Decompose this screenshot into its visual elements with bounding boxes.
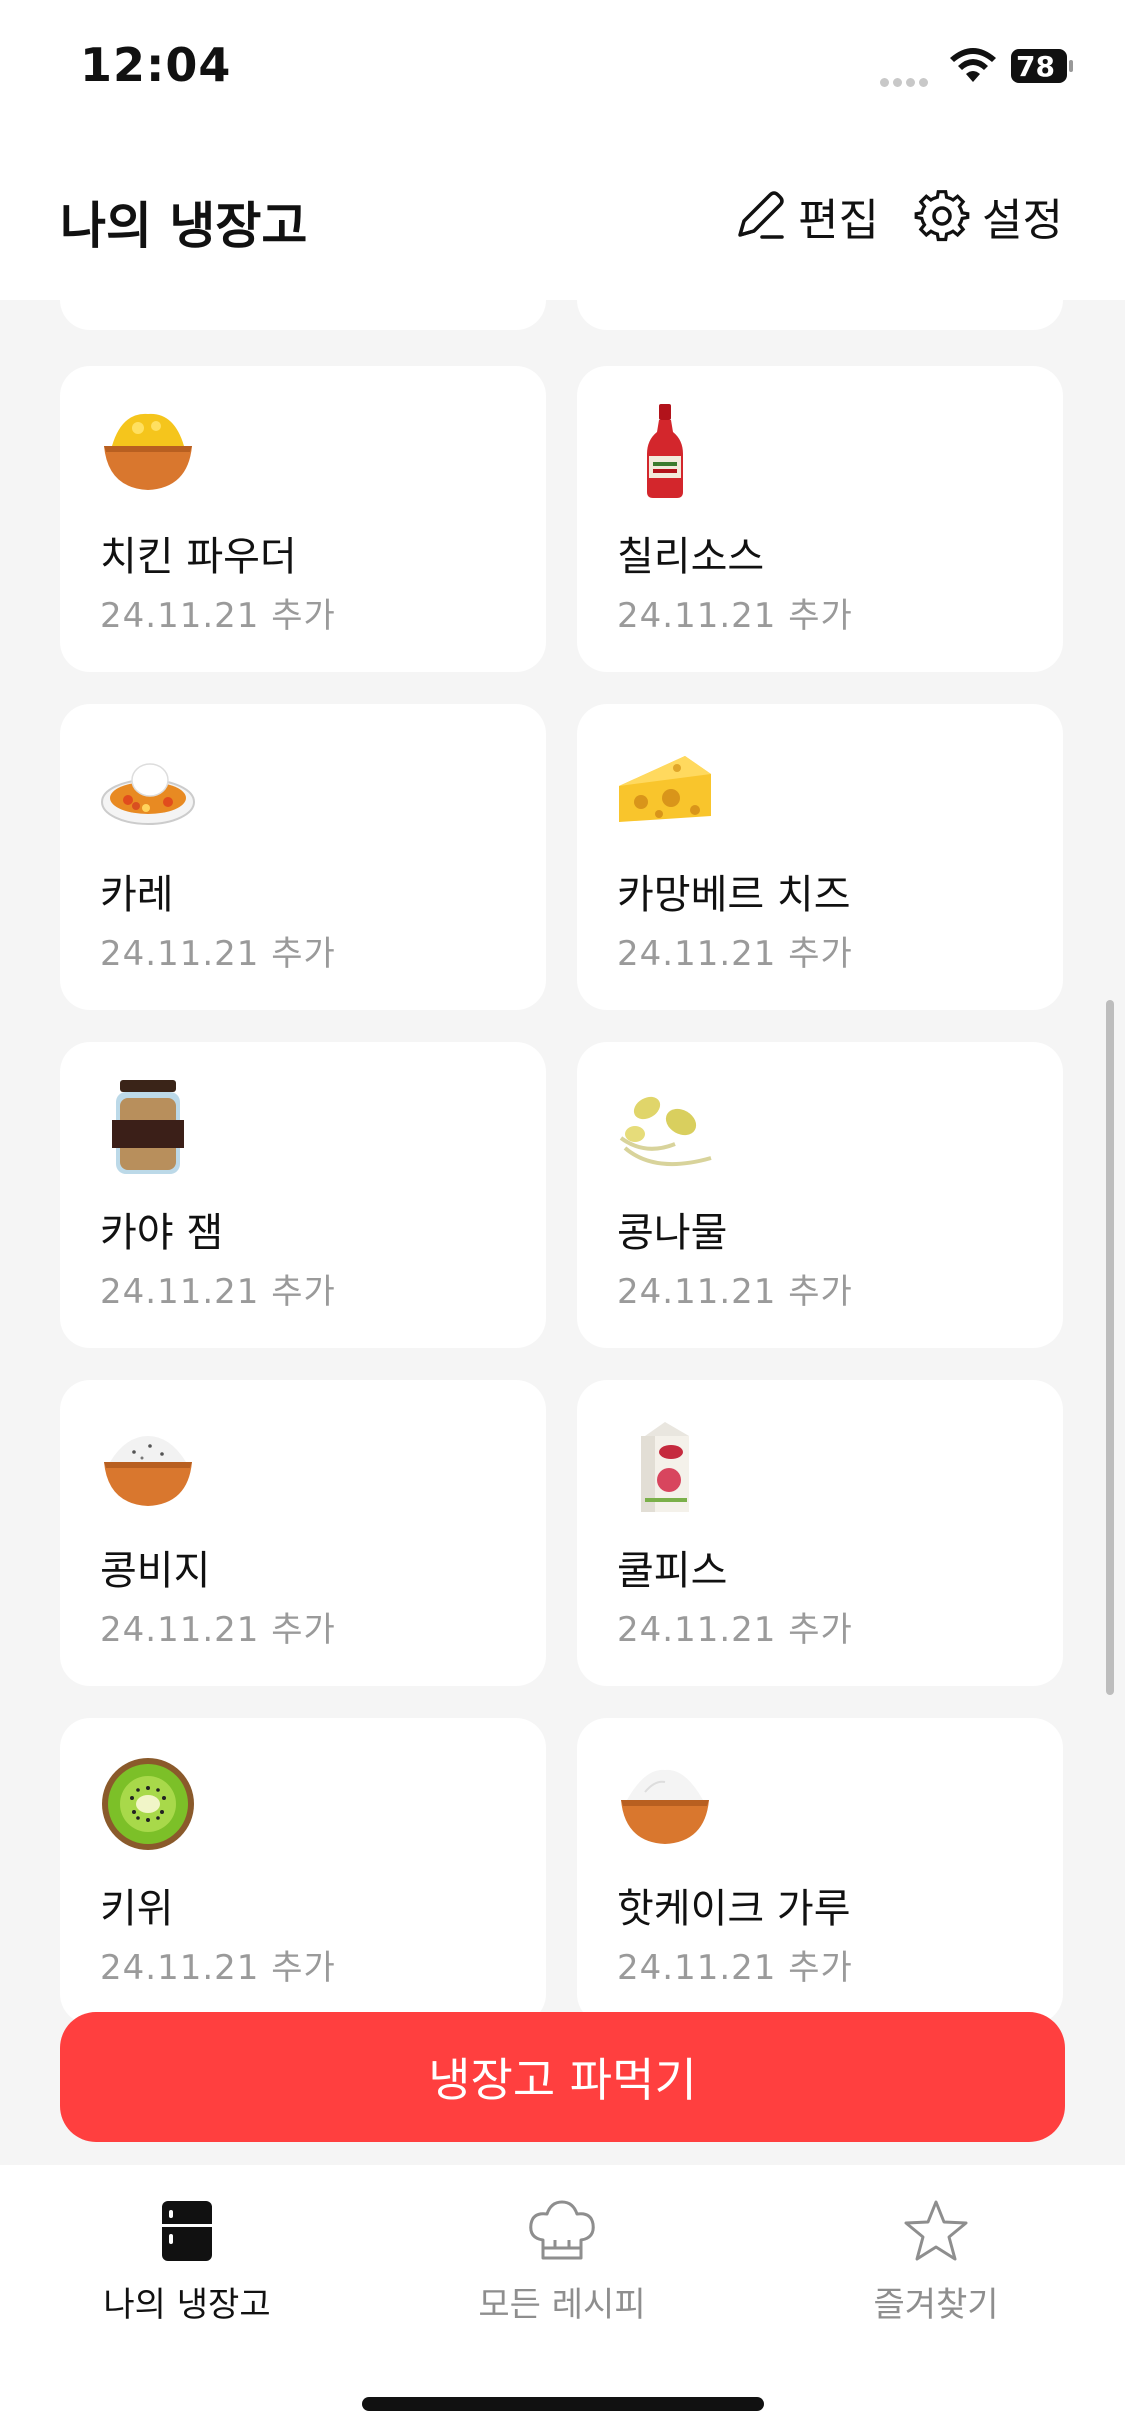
scrollbar[interactable] [1106,1000,1114,1695]
fridge-icon [162,2201,212,2261]
chef-hat-icon [529,2200,595,2260]
tab-label: 즐겨찾기 [873,2285,999,2325]
ingredient-date: 24.11.21 추가 [617,1272,853,1312]
ingredient-card-partial[interactable] [60,300,546,330]
ingredient-card[interactable]: 핫케이크 가루 24.11.21 추가 [577,1718,1063,2024]
jam-jar-icon [112,1080,184,1174]
ingredient-card[interactable]: 쿨피스 24.11.21 추가 [577,1380,1063,1686]
powder-bowl-yellow-icon [104,413,192,490]
ingredient-name: 카망베르 치즈 [617,872,851,918]
edit-label: 편집 [798,195,879,246]
status-bar: 12:04 78 [0,0,1125,130]
status-time: 12:04 [80,38,232,92]
ingredient-date: 24.11.21 추가 [100,934,336,974]
ingredient-card[interactable]: 치킨 파우더 24.11.21 추가 [60,366,546,672]
ingredient-card[interactable]: 콩나물 24.11.21 추가 [577,1042,1063,1348]
battery-level: 78 [1016,50,1055,83]
ingredient-name: 칠리소스 [617,534,765,580]
eat-from-fridge-button[interactable]: 냉장고 파먹기 [60,2012,1065,2142]
ingredient-name: 치킨 파우더 [100,534,297,580]
flour-bowl-icon [621,1769,709,1844]
tab-all-recipes[interactable]: 모든 레시피 [412,2195,712,2326]
ingredient-name: 카야 잼 [100,1210,224,1256]
tab-favorites[interactable]: 즐겨찾기 [786,2195,1086,2326]
ingredient-card[interactable]: 카망베르 치즈 24.11.21 추가 [577,704,1063,1010]
tab-my-fridge[interactable]: 나의 냉장고 [37,2195,337,2326]
battery-icon: 78 [1010,48,1074,84]
ingredient-date: 24.11.21 추가 [617,934,853,974]
ingredient-name: 핫케이크 가루 [617,1886,851,1932]
curry-rice-icon [101,763,195,825]
gear-icon [914,190,970,242]
ingredient-date: 24.11.21 추가 [617,1948,853,1988]
tab-bar: 나의 냉장고 모든 레시피 즐겨찾기 [0,2165,1125,2436]
ingredient-name: 콩비지 [100,1548,211,1594]
ingredient-name: 콩나물 [617,1210,728,1256]
settings-label: 설정 [982,195,1063,246]
ingredient-date: 24.11.21 추가 [100,596,336,636]
ingredient-date: 24.11.21 추가 [617,1610,853,1650]
ingredient-date: 24.11.21 추가 [617,596,853,636]
home-indicator[interactable] [362,2397,764,2411]
app-header: 나의 냉장고 편집 설정 [0,130,1125,300]
ingredient-card[interactable]: 카레 24.11.21 추가 [60,704,546,1010]
ingredient-date: 24.11.21 추가 [100,1948,336,1988]
wifi-icon [950,48,996,82]
ingredient-list[interactable]: 치킨 파우더 24.11.21 추가 칠리소스 24.11.21 추가 카레 2… [0,300,1125,2165]
pencil-icon [738,191,784,239]
page-title: 나의 냉장고 [60,197,308,255]
ingredient-card[interactable]: 키위 24.11.21 추가 [60,1718,546,2024]
tab-label: 나의 냉장고 [103,2285,271,2325]
ingredient-card[interactable]: 카야 잼 24.11.21 추가 [60,1042,546,1348]
ingredient-date: 24.11.21 추가 [100,1610,336,1650]
star-icon [904,2200,968,2261]
kiwi-icon [102,1758,194,1850]
bean-sprouts-icon [619,1096,712,1167]
settings-button[interactable]: 설정 [914,184,1063,248]
edit-button[interactable]: 편집 [732,184,879,248]
powder-bowl-white-icon [104,1436,192,1506]
tab-label: 모든 레시피 [478,2285,646,2325]
ingredient-name: 카레 [100,872,174,918]
ingredient-name: 키위 [100,1886,174,1932]
ingredient-date: 24.11.21 추가 [100,1272,336,1312]
ingredient-name: 쿨피스 [617,1548,728,1594]
cellular-signal-icon [880,72,934,87]
ingredient-card[interactable]: 칠리소스 24.11.21 추가 [577,366,1063,672]
chili-sauce-bottle-icon [647,404,683,498]
ingredient-card[interactable]: 콩비지 24.11.21 추가 [60,1380,546,1686]
cheese-wedge-icon [619,756,711,822]
juice-carton-icon [641,1422,689,1512]
ingredient-card-partial[interactable] [577,300,1063,330]
